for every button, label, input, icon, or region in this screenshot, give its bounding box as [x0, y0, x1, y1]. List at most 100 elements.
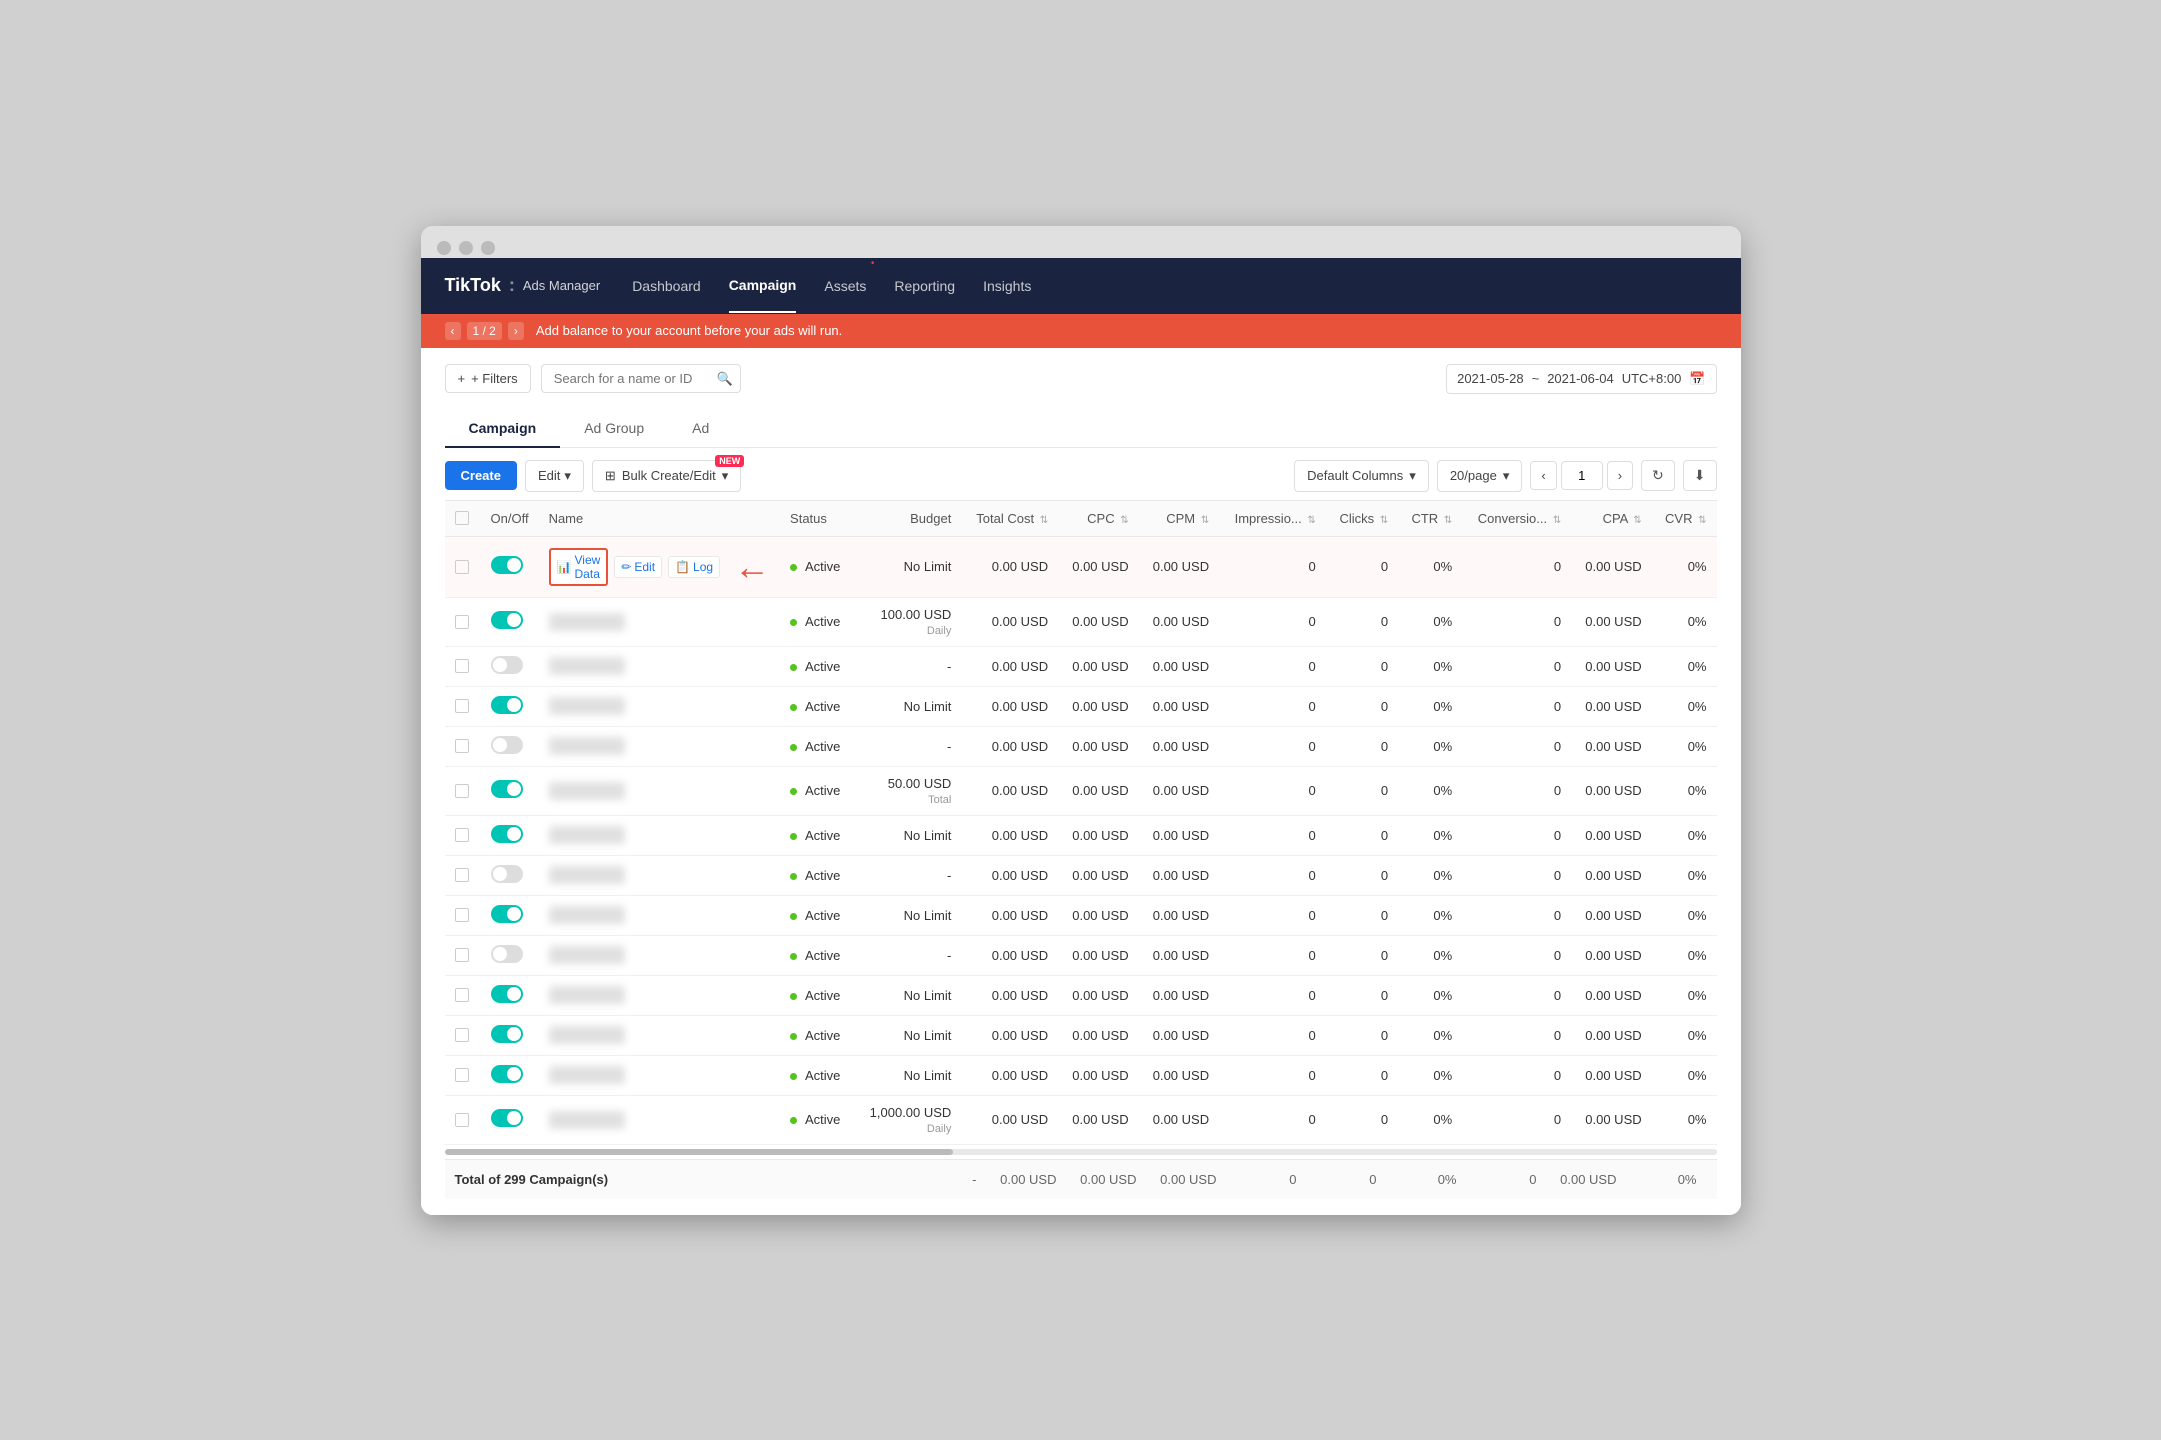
edit-button[interactable]: Edit ▾	[525, 460, 584, 492]
campaign-toggle[interactable]	[491, 865, 523, 883]
table-cell-cpm: 0.00 USD	[1139, 597, 1220, 646]
row-checkbox[interactable]	[455, 699, 469, 713]
table-cell-cvr: 0%	[1652, 895, 1717, 935]
alert-prev[interactable]: ‹	[445, 322, 461, 340]
campaign-toggle[interactable]	[491, 1025, 523, 1043]
alert-next[interactable]: ›	[508, 322, 524, 340]
table-row: 📊 View Data ✏ Edit 📋 Log ← Active	[445, 536, 1717, 597]
nav-insights[interactable]: Insights	[983, 260, 1031, 312]
table-cell-cpm: 0.00 USD	[1139, 855, 1220, 895]
tab-ad-group[interactable]: Ad Group	[560, 410, 668, 448]
bulk-label: Bulk Create/Edit	[622, 468, 716, 483]
status-label: Active	[805, 948, 840, 963]
date-range[interactable]: 2021-05-28 ~ 2021-06-04 UTC+8:00 📅	[1446, 364, 1716, 394]
row-checkbox[interactable]	[455, 948, 469, 962]
campaign-toggle[interactable]	[491, 696, 523, 714]
per-page-button[interactable]: 20/page ▾	[1437, 460, 1523, 492]
campaign-toggle[interactable]	[491, 825, 523, 843]
table-cell-conversions: 0	[1462, 646, 1571, 686]
search-input[interactable]	[541, 364, 741, 393]
search-icon: 🔍	[717, 371, 733, 387]
campaign-toggle[interactable]	[491, 945, 523, 963]
page-prev-button[interactable]: ‹	[1530, 461, 1556, 490]
footer-total-cost: 0.00 USD	[987, 1172, 1067, 1187]
table-cell-cvr: 0%	[1652, 536, 1717, 597]
columns-button[interactable]: Default Columns ▾	[1294, 460, 1429, 492]
row-checkbox[interactable]	[455, 908, 469, 922]
row-checkbox[interactable]	[455, 739, 469, 753]
campaign-toggle[interactable]	[491, 1065, 523, 1083]
campaign-toggle[interactable]	[491, 736, 523, 754]
tab-campaign[interactable]: Campaign	[445, 410, 561, 448]
table-cell-cvr: 0%	[1652, 597, 1717, 646]
row-checkbox[interactable]	[455, 1068, 469, 1082]
table-cell-cpc: 0.00 USD	[1058, 935, 1139, 975]
nav-assets[interactable]: Assets	[824, 260, 866, 312]
chart-icon: 📊	[557, 560, 572, 574]
campaign-toggle[interactable]	[491, 1109, 523, 1127]
table-cell-cpc: 0.00 USD	[1058, 686, 1139, 726]
row-checkbox[interactable]	[455, 659, 469, 673]
table-cell-cpm: 0.00 USD	[1139, 1055, 1220, 1095]
table-cell-ctr: 0%	[1398, 766, 1462, 815]
campaign-toggle[interactable]	[491, 656, 523, 674]
nav-dashboard[interactable]: Dashboard	[632, 260, 701, 312]
row-checkbox[interactable]	[455, 615, 469, 629]
table-row: Active No Limit 0.00 USD 0.00 USD 0.00 U…	[445, 815, 1717, 855]
table-cell-name	[539, 726, 780, 766]
campaign-toggle[interactable]	[491, 780, 523, 798]
table-cell-total-cost: 0.00 USD	[961, 726, 1058, 766]
logo-subtitle: Ads Manager	[523, 278, 600, 293]
table-cell-cpc: 0.00 USD	[1058, 855, 1139, 895]
th-budget: Budget	[854, 500, 961, 536]
table-cell-cpa: 0.00 USD	[1571, 895, 1652, 935]
page-input[interactable]	[1561, 461, 1603, 490]
table-cell-toggle	[481, 686, 539, 726]
row-checkbox[interactable]	[455, 988, 469, 1002]
browser-dot-2	[459, 241, 473, 255]
campaign-toggle[interactable]	[491, 556, 523, 574]
log-button[interactable]: 📋 Log	[668, 556, 720, 578]
campaign-toggle[interactable]	[491, 611, 523, 629]
campaign-name-blurred	[549, 782, 625, 800]
nav-reporting[interactable]: Reporting	[894, 260, 955, 312]
row-checkbox[interactable]	[455, 868, 469, 882]
view-data-button[interactable]: 📊 View Data	[549, 548, 609, 586]
tab-ad[interactable]: Ad	[668, 410, 733, 448]
campaign-name-blurred	[549, 657, 625, 675]
header-checkbox[interactable]	[455, 511, 469, 525]
table-cell-cpm: 0.00 USD	[1139, 935, 1220, 975]
bulk-icon: ⊞	[605, 468, 616, 484]
row-checkbox[interactable]	[455, 560, 469, 574]
bulk-edit-button[interactable]: ⊞ Bulk Create/Edit NEW ▾	[592, 460, 741, 492]
th-clicks: Clicks ⇅	[1326, 500, 1398, 536]
campaign-toggle[interactable]	[491, 905, 523, 923]
page-next-button[interactable]: ›	[1607, 461, 1633, 490]
table-cell-toggle	[481, 815, 539, 855]
alert-bar: ‹ 1 / 2 › Add balance to your account be…	[421, 314, 1741, 348]
table-cell-cpm: 0.00 USD	[1139, 646, 1220, 686]
table-cell-budget: -	[854, 855, 961, 895]
row-checkbox[interactable]	[455, 1028, 469, 1042]
filter-button[interactable]: + + Filters	[445, 364, 531, 393]
table-cell-cpa: 0.00 USD	[1571, 855, 1652, 895]
browser-dot-3	[481, 241, 495, 255]
table-cell-cpc: 0.00 USD	[1058, 726, 1139, 766]
alert-page: 1 / 2	[467, 322, 502, 340]
table-cell-impressions: 0	[1219, 726, 1326, 766]
campaign-toggle[interactable]	[491, 985, 523, 1003]
status-label: Active	[805, 908, 840, 923]
nav-campaign[interactable]: Campaign	[729, 259, 797, 313]
status-label: Active	[805, 828, 840, 843]
refresh-button[interactable]: ↻	[1641, 460, 1675, 491]
table-cell-cvr: 0%	[1652, 726, 1717, 766]
row-checkbox[interactable]	[455, 1113, 469, 1127]
create-button[interactable]: Create	[445, 461, 517, 490]
horizontal-scrollbar[interactable]	[445, 1149, 1717, 1155]
edit-row-button[interactable]: ✏ Edit	[614, 556, 662, 578]
status-dot	[790, 953, 797, 960]
row-checkbox[interactable]	[455, 828, 469, 842]
download-button[interactable]: ⬇	[1683, 460, 1717, 491]
campaign-name-blurred	[549, 1066, 625, 1084]
row-checkbox[interactable]	[455, 784, 469, 798]
